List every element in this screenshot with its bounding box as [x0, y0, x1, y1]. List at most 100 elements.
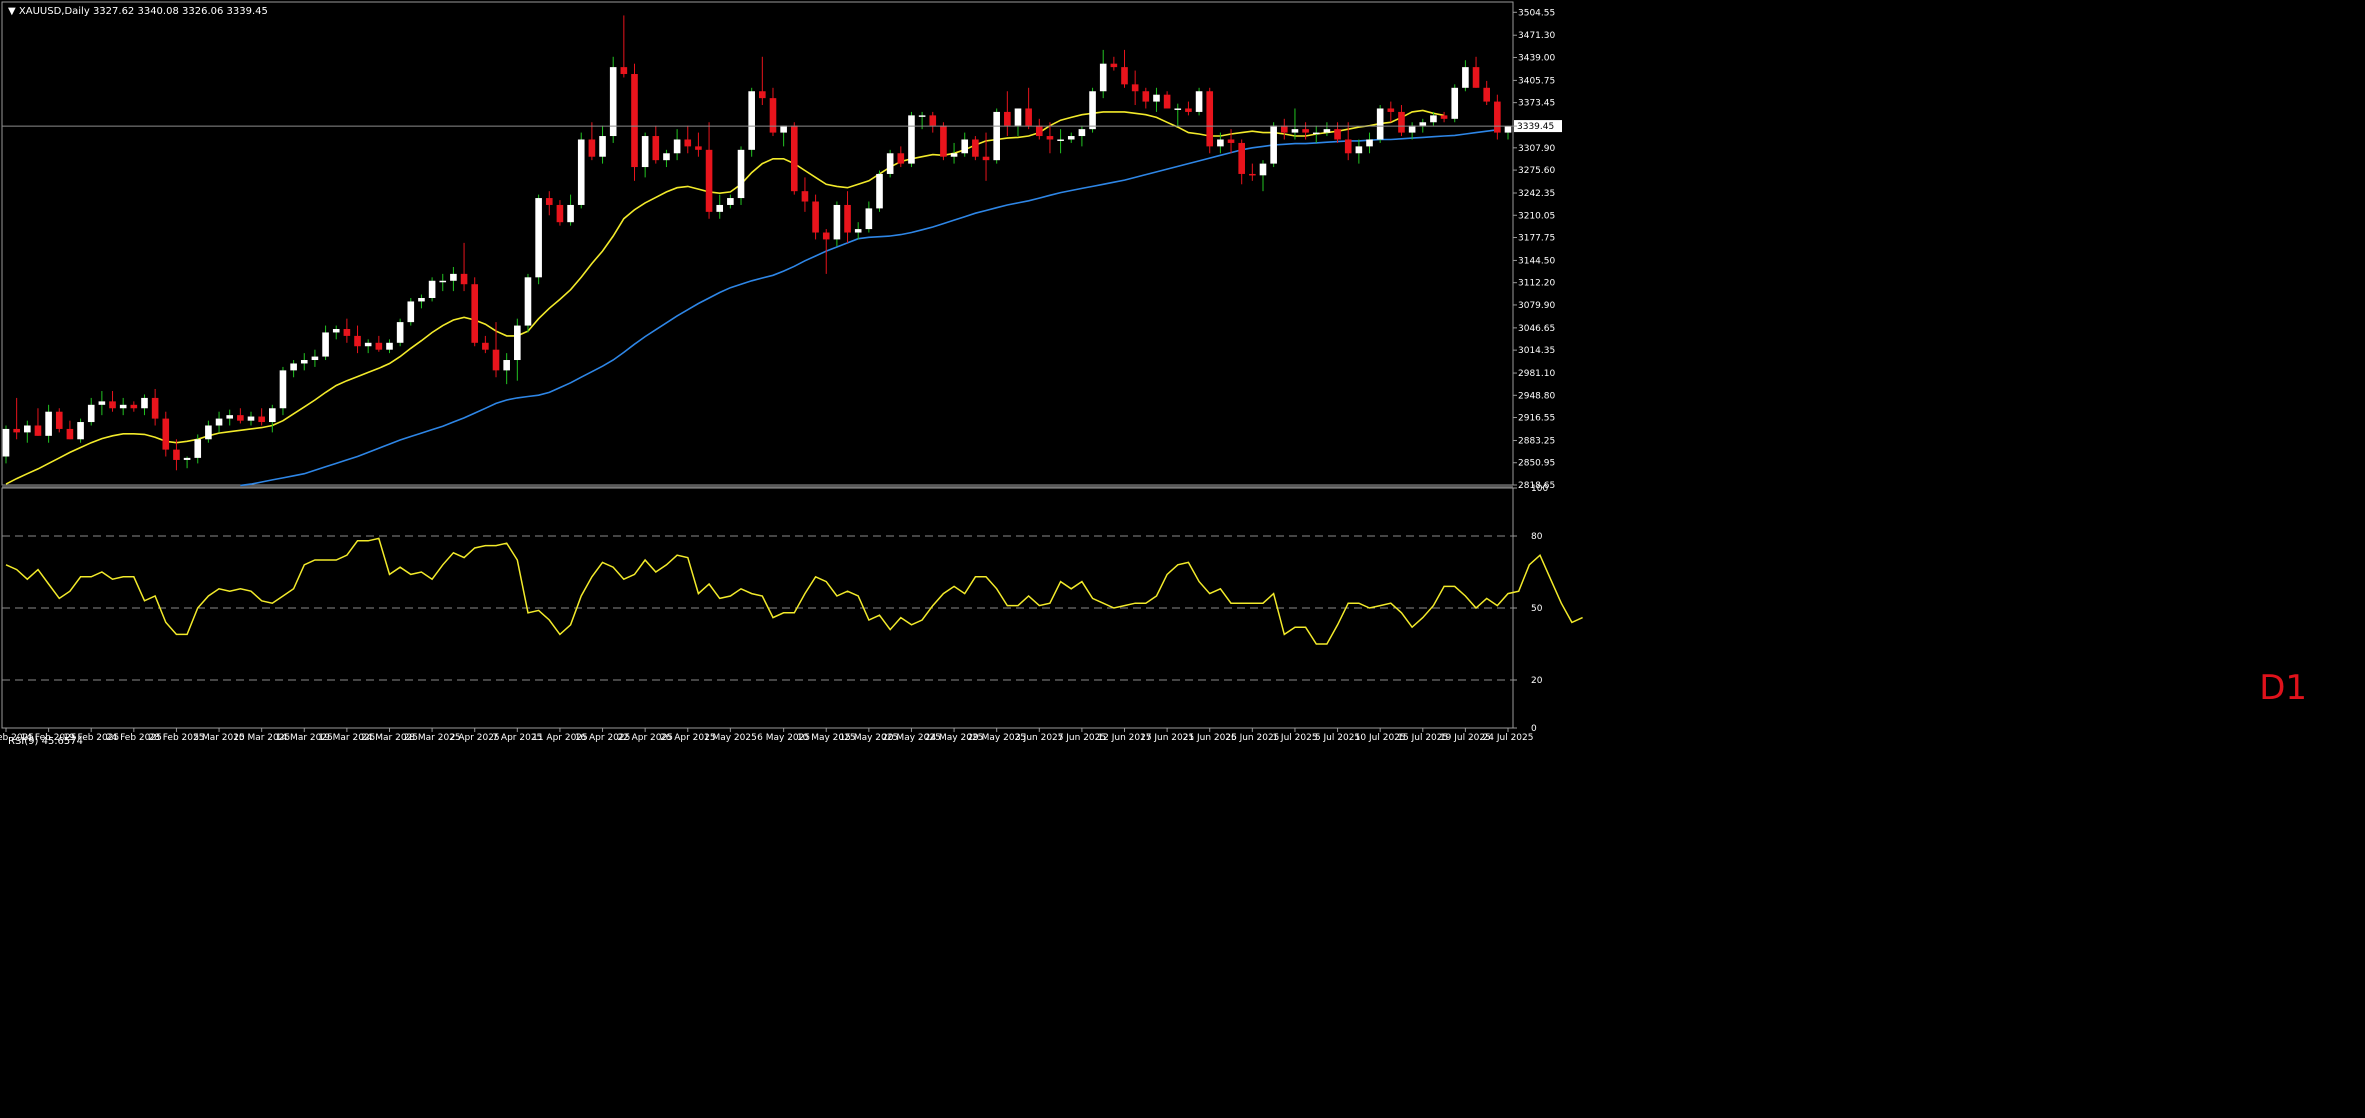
rsi-tick-label: 50	[1531, 604, 1543, 614]
candle-body	[1440, 115, 1448, 119]
candle-body	[1376, 108, 1384, 140]
candle-body	[1067, 136, 1075, 140]
price-tick-label: 3014.35	[1518, 346, 1555, 356]
candle-body	[1099, 63, 1107, 92]
candle	[279, 366, 287, 416]
candle-body	[1238, 142, 1245, 174]
candle-body	[343, 329, 351, 336]
price-tick-label: 3275.60	[1518, 166, 1555, 176]
candle-body	[929, 115, 937, 126]
grid-lines	[2, 535, 1513, 681]
candle-body	[1398, 111, 1405, 133]
candle	[396, 318, 404, 347]
candle	[801, 177, 809, 212]
rsi-tick-label: 80	[1531, 532, 1543, 542]
candle-body	[460, 273, 468, 285]
candle	[1025, 87, 1032, 130]
candle-body	[237, 415, 244, 421]
candle	[844, 191, 851, 243]
candle	[290, 360, 297, 378]
price-tick-label: 2883.25	[1518, 436, 1555, 446]
candle-body	[886, 153, 894, 174]
candle	[620, 15, 628, 78]
candle-body	[428, 280, 436, 298]
price-tick-label: 3210.05	[1518, 211, 1555, 221]
candle-body	[1035, 125, 1043, 137]
candle-body	[215, 418, 223, 426]
candle	[1472, 56, 1480, 88]
candle	[790, 122, 798, 195]
candle-body	[1195, 91, 1203, 112]
candle	[1366, 132, 1373, 154]
candle	[1195, 87, 1203, 116]
candle	[98, 391, 106, 416]
candle	[780, 125, 787, 147]
candle-body	[631, 74, 638, 168]
price-tick-label: 2981.10	[1518, 369, 1555, 379]
candle	[993, 108, 1000, 164]
candle	[1014, 108, 1022, 137]
candle-body	[780, 125, 787, 133]
candle	[215, 411, 223, 433]
candle-body	[141, 397, 148, 409]
candle-body	[652, 136, 660, 161]
candle	[705, 122, 713, 219]
candle	[471, 277, 479, 347]
time-tick-label: 5 Jul 2025	[1315, 733, 1360, 743]
candle	[737, 146, 745, 205]
candle-body	[641, 136, 649, 168]
candle	[407, 297, 415, 326]
candle	[1238, 139, 1245, 185]
candle-body	[1494, 101, 1501, 133]
candle-body	[396, 322, 404, 343]
candle-body	[1408, 125, 1416, 133]
candle	[482, 335, 489, 354]
candle	[1163, 91, 1171, 109]
candle	[2, 425, 10, 464]
candle	[556, 200, 564, 226]
candle-body	[407, 301, 415, 323]
candle-body	[151, 397, 159, 419]
candle-body	[375, 342, 383, 350]
candle-body	[364, 342, 372, 347]
candle	[173, 439, 180, 471]
candle	[418, 294, 425, 309]
timeframe-label: D1	[2259, 668, 2307, 708]
candle-body	[1472, 67, 1480, 88]
candle	[769, 87, 777, 137]
candle	[269, 404, 276, 433]
candle	[545, 191, 553, 216]
candle	[908, 111, 915, 168]
candle	[87, 397, 95, 426]
candle	[1142, 87, 1150, 109]
candle	[1483, 80, 1490, 106]
candle-body	[1014, 108, 1022, 126]
collapse-arrow-icon[interactable]: ▼	[8, 6, 16, 17]
candle-body	[471, 284, 479, 343]
candle-body	[45, 411, 52, 436]
candle	[1462, 60, 1469, 92]
candle	[972, 136, 979, 161]
rsi-tick-label: 100	[1531, 484, 1548, 494]
candle-body	[439, 280, 447, 283]
candle	[514, 318, 521, 381]
candle	[1355, 139, 1363, 164]
candle-body	[790, 125, 798, 192]
candle	[343, 318, 351, 343]
rsi-tick-label: 20	[1531, 676, 1543, 686]
candle	[524, 273, 532, 333]
candle	[684, 125, 692, 154]
candle	[1398, 105, 1405, 137]
candle	[961, 132, 969, 157]
candle	[1270, 122, 1277, 168]
candle	[205, 420, 212, 443]
candle-body	[450, 273, 457, 281]
candle-body	[1387, 108, 1395, 112]
candle-body	[961, 139, 969, 154]
ma-fast-group	[5, 109, 1445, 485]
price-tick-label: 2916.55	[1518, 414, 1555, 424]
candle	[1249, 163, 1256, 181]
candle-body	[1025, 108, 1032, 126]
price-tick-label: 3112.20	[1518, 279, 1555, 289]
candle-body	[183, 457, 191, 460]
